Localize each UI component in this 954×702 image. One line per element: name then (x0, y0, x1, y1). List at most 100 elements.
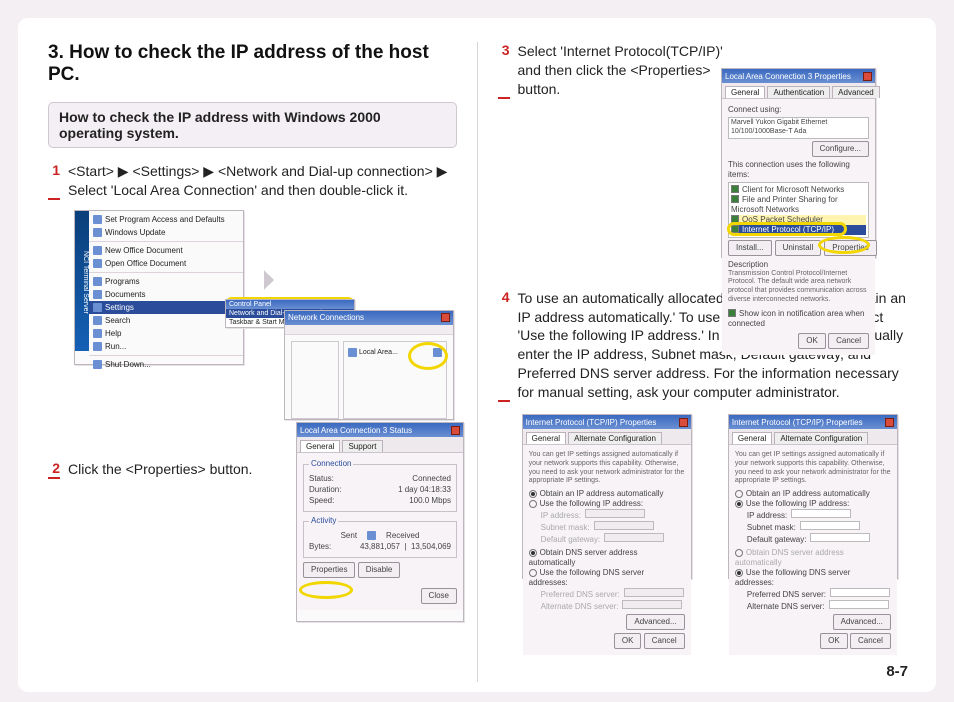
intro-text: You can get IP settings assigned automat… (529, 451, 685, 486)
help-icon (93, 329, 102, 338)
screenshot-tcpip-auto: Internet Protocol (TCP/IP) Properties Ge… (522, 414, 692, 579)
label: Subnet mask: (541, 523, 590, 532)
label: Preferred DNS server: (747, 590, 826, 599)
programs-icon (93, 277, 102, 286)
screenshot-lan-properties: Local Area Connection 3 Properties Gener… (721, 68, 876, 258)
lan-label: Local Area... (359, 349, 398, 356)
radio-label: Use the following IP address: (746, 499, 849, 508)
doc-icon (93, 246, 102, 255)
tab-alt: Alternate Configuration (774, 432, 868, 444)
section-title: 3. How to check the IP address of the ho… (48, 42, 457, 86)
window-title: Internet Protocol (TCP/IP) Properties (526, 418, 657, 427)
close-icon (679, 418, 688, 427)
tab-general: General (732, 432, 772, 444)
tab-advanced: Advanced (832, 86, 880, 98)
arrow-icon (254, 270, 274, 290)
label: Description (728, 260, 768, 269)
disable-button[interactable]: Disable (358, 562, 401, 578)
tab-general: General (725, 86, 765, 98)
cancel-button[interactable]: Cancel (850, 633, 891, 649)
left-column: 3. How to check the IP address of the ho… (48, 42, 457, 682)
tab-strip: General Support (297, 437, 463, 453)
label: Duration: (309, 485, 341, 495)
radio-icon (735, 549, 743, 557)
update-icon (93, 228, 102, 237)
column-divider (477, 42, 478, 682)
shutdown-icon (93, 360, 102, 369)
menu-item: Search (105, 316, 130, 325)
label: Received (386, 531, 419, 541)
value: 1 day 04:18:33 (398, 485, 451, 495)
label: Default gateway: (747, 535, 807, 544)
label: Subnet mask: (747, 523, 796, 532)
lan-icon (348, 348, 357, 357)
radio-label: Obtain DNS server address automatically (529, 548, 638, 567)
run-icon (93, 342, 102, 351)
value: Connected (412, 474, 451, 484)
step-text: Select 'Internet Protocol(TCP/IP)' and t… (518, 42, 737, 99)
step-number: 4 (498, 289, 510, 402)
menu-item: Open Office Document (105, 259, 186, 268)
radio-label: Use the following DNS server addresses: (529, 568, 644, 587)
advanced-button[interactable]: Advanced... (833, 614, 891, 630)
ok-button[interactable]: OK (820, 633, 848, 649)
close-icon (441, 313, 450, 322)
cancel-button[interactable]: Cancel (828, 333, 869, 349)
radio-label: Obtain an IP address automatically (540, 489, 664, 498)
intro-text: You can get IP settings assigned automat… (735, 451, 891, 486)
menu-item: Windows Update (105, 228, 165, 237)
radio-icon (735, 569, 743, 577)
label: This connection uses the following items… (728, 160, 869, 180)
configure-button[interactable]: Configure... (812, 141, 869, 157)
radio-icon (529, 569, 537, 577)
label: Default gateway: (541, 535, 601, 544)
menu-item: New Office Document (105, 246, 183, 255)
cancel-button[interactable]: Cancel (644, 633, 685, 649)
value: 43,881,057 (360, 542, 400, 551)
screenshot-start-menu: NCI Terminal Server Set Program Access a… (74, 210, 244, 365)
screenshot-row-1: NCI Terminal Server Set Program Access a… (74, 210, 457, 420)
radio-label: Use the following IP address: (540, 499, 643, 508)
legend: Activity (309, 516, 338, 526)
tab-general: General (300, 440, 340, 452)
tab-general: General (526, 432, 566, 444)
radio-label: Use the following DNS server addresses: (735, 568, 850, 587)
label: Status: (309, 474, 334, 484)
ok-button[interactable]: OK (798, 333, 826, 349)
tab-support: Support (342, 440, 382, 452)
install-button[interactable]: Install... (728, 240, 772, 256)
step-number: 3 (498, 42, 510, 99)
menu-item: Set Program Access and Defaults (105, 215, 225, 224)
label: Bytes: (309, 542, 331, 552)
radio-icon (529, 549, 537, 557)
search-icon (93, 316, 102, 325)
tab-auth: Authentication (767, 86, 830, 98)
close-icon (863, 72, 872, 81)
step-text: <Start> ▶ <Settings> ▶ <Network and Dial… (68, 162, 457, 200)
highlight-oval (408, 342, 448, 370)
uninstall-button[interactable]: Uninstall (775, 240, 822, 256)
label: IP address: (541, 511, 581, 520)
menu-item: Help (105, 329, 121, 338)
screenshot-tcpip-manual: Internet Protocol (TCP/IP) Properties Ge… (728, 414, 898, 579)
radio-label: Obtain DNS server address automatically (735, 548, 844, 567)
label: Alternate DNS server: (541, 602, 619, 611)
screenshot-lan-status: Local Area Connection 3 Status General S… (296, 422, 464, 622)
window-title: Internet Protocol (TCP/IP) Properties (732, 418, 863, 427)
screenshot-network-connections: Network Connections Local Area... (284, 310, 454, 420)
nic-name: Marvell Yukon Gigabit Ethernet 10/100/10… (728, 117, 869, 139)
checkbox-icon (731, 195, 739, 203)
close-button[interactable]: Close (421, 588, 457, 604)
legend: Connection (309, 459, 353, 469)
highlight-oval (818, 236, 870, 254)
properties-button[interactable]: Properties (303, 562, 355, 578)
label: Sent (341, 531, 357, 541)
menu-item: Programs (105, 277, 140, 286)
step-number: 2 (48, 460, 60, 479)
advanced-button[interactable]: Advanced... (626, 614, 684, 630)
startmenu-sidebar: NCI Terminal Server (75, 211, 89, 351)
submenu-item: Control Panel (226, 300, 354, 309)
window-titlebar: Local Area Connection 3 Status (297, 423, 463, 437)
highlight-oval (299, 581, 353, 599)
ok-button[interactable]: OK (614, 633, 642, 649)
